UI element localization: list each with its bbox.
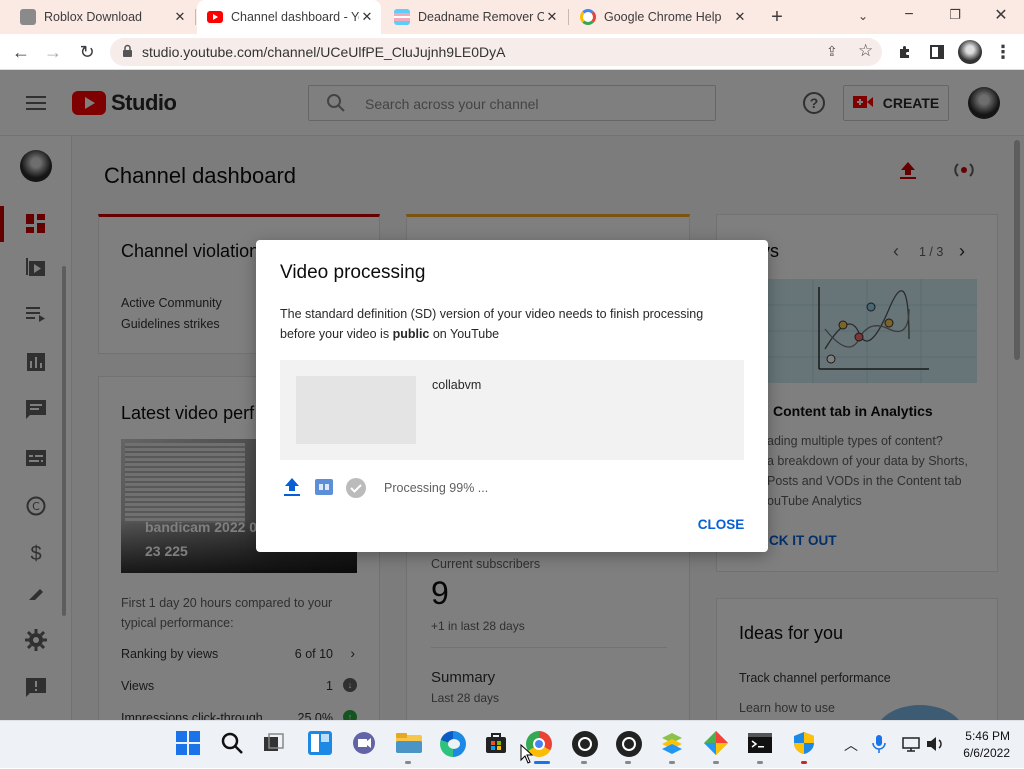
minimize-button[interactable]: −: [898, 4, 920, 26]
share-icon[interactable]: ⇪: [826, 43, 838, 60]
browser-toolbar: ← → ↻ studio.youtube.com/channel/UCeUlfP…: [0, 34, 1024, 70]
network-icon[interactable]: [902, 736, 920, 757]
new-tab-button[interactable]: +: [766, 6, 788, 28]
terminal-icon[interactable]: [748, 731, 774, 757]
close-icon[interactable]: ✕: [732, 9, 748, 25]
google-icon: [580, 9, 596, 25]
obs-studio-icon-2[interactable]: [616, 731, 642, 757]
video-processing-dialog: Video processing The standard definition…: [256, 240, 768, 552]
roblox-icon: [20, 9, 36, 25]
obs-studio-icon[interactable]: [572, 731, 598, 757]
address-bar[interactable]: studio.youtube.com/channel/UCeUlfPE_CluJ…: [110, 38, 882, 66]
clock-date[interactable]: 6/6/2022: [954, 746, 1010, 760]
bluestacks-icon[interactable]: [660, 731, 686, 757]
teams-chat-icon[interactable]: [352, 731, 378, 757]
more-menu-icon[interactable]: ⋮: [992, 41, 1014, 63]
windows-start-icon[interactable]: [176, 731, 202, 757]
restore-button[interactable]: ❐: [944, 4, 966, 26]
colorful-app-icon[interactable]: [704, 731, 730, 757]
video-item-panel: collabvm: [280, 360, 744, 460]
dialog-title: Video processing: [280, 262, 426, 283]
mouse-cursor: [520, 743, 534, 769]
side-panel-icon[interactable]: [926, 41, 948, 63]
tab-channel-dashboard[interactable]: Channel dashboard - Yo ✕: [197, 0, 381, 34]
search-icon[interactable]: [220, 731, 246, 757]
clock-time[interactable]: 5:46 PM: [962, 729, 1010, 743]
tab-label: Channel dashboard - Yo: [231, 10, 359, 24]
reload-button[interactable]: ↻: [76, 41, 98, 63]
widgets-icon[interactable]: [308, 731, 334, 757]
processing-status: Processing 99% ...: [384, 481, 489, 495]
window-close-button[interactable]: ✕: [990, 4, 1012, 26]
close-icon[interactable]: ✕: [172, 9, 188, 25]
close-icon[interactable]: ✕: [359, 9, 375, 25]
trans-flag-icon: [394, 9, 410, 25]
microsoft-store-icon[interactable]: [484, 731, 510, 757]
edge-browser-icon[interactable]: [440, 731, 466, 757]
upload-complete-icon: [284, 478, 300, 501]
back-button[interactable]: ←: [10, 41, 32, 63]
volume-icon[interactable]: [926, 736, 944, 757]
profile-avatar[interactable]: [958, 40, 982, 64]
microphone-icon[interactable]: [872, 735, 886, 758]
tab-label: Deadname Remover C: [418, 10, 544, 24]
tab-label: Google Chrome Help: [604, 10, 722, 24]
browser-tab-bar: Roblox Download ✕ Channel dashboard - Yo…: [0, 0, 1024, 34]
url-text: studio.youtube.com/channel/UCeUlfPE_CluJ…: [142, 44, 506, 60]
task-view-icon[interactable]: [264, 731, 290, 757]
tab-chrome-help[interactable]: Google Chrome Help ✕: [572, 0, 754, 34]
security-shield-icon[interactable]: [792, 731, 818, 757]
tab-search-icon[interactable]: ⌄: [852, 5, 874, 27]
tab-deadname-remover[interactable]: Deadname Remover C ✕: [386, 0, 566, 34]
video-thumbnail-placeholder: [296, 376, 416, 444]
chevron-up-icon[interactable]: ︿: [844, 735, 858, 755]
file-explorer-icon[interactable]: [396, 731, 422, 757]
youtube-icon: [207, 11, 223, 23]
extensions-icon[interactable]: [894, 41, 916, 63]
close-icon[interactable]: ✕: [544, 9, 560, 25]
tab-roblox-download[interactable]: Roblox Download ✕: [12, 0, 194, 34]
bookmark-star-icon[interactable]: ☆: [858, 41, 873, 61]
checks-icon: [346, 478, 366, 498]
close-button[interactable]: CLOSE: [686, 510, 756, 540]
tab-label: Roblox Download: [44, 10, 142, 24]
sd-processing-icon: [315, 479, 333, 495]
forward-button[interactable]: →: [42, 41, 64, 63]
lock-icon: [122, 44, 133, 58]
windows-taskbar: ︿ 5:46 PM 6/6/2022: [0, 720, 1024, 768]
dialog-message: The standard definition (SD) version of …: [280, 307, 704, 341]
video-title: collabvm: [432, 378, 482, 392]
